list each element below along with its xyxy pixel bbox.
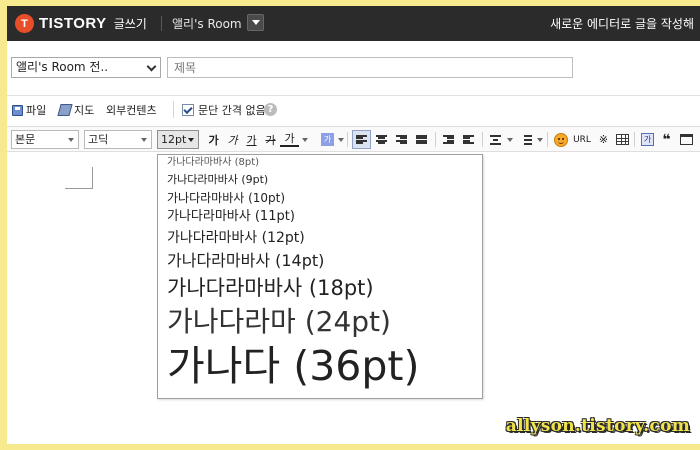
font-size-option-12[interactable]: 가나다라마바사 (12pt) (167, 231, 305, 245)
help-icon[interactable]: ? (264, 103, 277, 116)
chevron-down-icon[interactable] (537, 138, 543, 142)
attach-divider (173, 101, 174, 118)
toolbar-divider (547, 132, 548, 147)
font-size-option-14[interactable]: 가나다라마바사 (14pt) (167, 253, 324, 269)
format-toolbar: 본문 고딕 12pt 가 가 가 가 가 가 URL ※ 가 ❝ (7, 126, 700, 152)
text-box-button[interactable]: 가 (638, 130, 657, 149)
font-size-option-8[interactable]: 가나다라마바사 (8pt) (167, 158, 259, 168)
font-size-option-36[interactable]: 가나다 (36pt) (167, 346, 419, 387)
quote-button[interactable]: ❝ (657, 130, 676, 149)
chevron-down-icon[interactable] (302, 138, 308, 142)
toolbar-divider (482, 132, 483, 147)
attach-file-label: 파일 (26, 104, 47, 117)
tistory-logo[interactable]: T TISTORY 글쓰기 (15, 14, 147, 33)
bold-button[interactable]: 가 (204, 130, 223, 149)
chevron-down-icon (146, 61, 157, 72)
align-justify-icon (416, 134, 427, 145)
blog-switch-button[interactable] (247, 14, 264, 31)
outdent-button[interactable] (459, 130, 478, 149)
chevron-down-icon (188, 138, 194, 142)
attach-map-button[interactable]: 지도 (57, 102, 95, 118)
chevron-down-icon[interactable] (338, 138, 344, 142)
table-button[interactable] (613, 130, 632, 149)
align-center-button[interactable] (372, 130, 391, 149)
save-file-icon (12, 104, 23, 116)
line-height-button[interactable] (486, 130, 505, 149)
font-family-select[interactable]: 고딕 (84, 130, 152, 149)
logo-text: TISTORY (39, 15, 107, 32)
chevron-down-icon (68, 138, 74, 142)
editor-paragraph-marker (65, 167, 93, 189)
underline-button[interactable]: 가 (242, 130, 261, 149)
attach-bar: 파일 지도 외부컨텐츠 문단 간격 없음 ? (7, 95, 700, 123)
align-left-icon (356, 134, 367, 145)
table-icon (616, 134, 629, 145)
mode-label: 글쓰기 (113, 17, 147, 31)
new-editor-link[interactable]: 새로운 에디터로 글을 작성해 (550, 15, 694, 32)
font-size-dropdown: 가나다라마바사 (8pt) 가나다라마바사 (9pt) 가나다라마바사 (10p… (157, 154, 483, 399)
url-link-button[interactable]: URL (571, 130, 593, 149)
toolbar-divider (435, 132, 436, 147)
font-size-option-10[interactable]: 가나다라마바사 (10pt) (167, 192, 285, 204)
line-height-icon (490, 134, 501, 145)
paragraph-style-select[interactable]: 본문 (11, 130, 79, 149)
chevron-down-icon[interactable] (507, 138, 513, 142)
list-button[interactable] (517, 130, 536, 149)
align-left-button[interactable] (352, 130, 371, 149)
font-family-value: 고딕 (88, 133, 109, 146)
font-size-option-18[interactable]: 가나다라마바사 (18pt) (167, 278, 374, 299)
list-icon (521, 134, 532, 145)
smile-icon (553, 132, 568, 147)
attach-map-label: 지도 (74, 104, 95, 117)
outdent-icon (463, 134, 474, 145)
toolbar-divider (634, 132, 635, 147)
chevron-down-icon (251, 20, 260, 25)
paragraph-style-value: 본문 (15, 133, 36, 146)
font-size-value: 12pt (161, 133, 187, 146)
header-divider (161, 16, 162, 31)
font-size-option-9[interactable]: 가나다라마바사 (9pt) (167, 174, 268, 185)
indent-icon (443, 134, 454, 145)
align-justify-button[interactable] (412, 130, 431, 149)
external-content-button[interactable]: 외부컨텐츠 (106, 102, 157, 118)
font-size-select[interactable]: 12pt (157, 130, 199, 149)
attach-file-button[interactable]: 파일 (12, 102, 46, 118)
chevron-down-icon (141, 138, 147, 142)
font-size-option-24[interactable]: 가나다라마 (24pt) (167, 308, 391, 336)
toolbar-divider (347, 132, 348, 147)
align-right-icon (396, 134, 407, 145)
align-right-button[interactable] (392, 130, 411, 149)
font-size-option-11[interactable]: 가나다라마바사 (11pt) (167, 210, 295, 223)
blog-name: 앨리's Room (172, 17, 242, 31)
italic-button[interactable]: 가 (223, 130, 242, 149)
box-frame-icon (680, 134, 693, 145)
emoticon-button[interactable] (551, 130, 570, 149)
category-value: 앨리's Room 전.. (16, 60, 109, 74)
indent-button[interactable] (439, 130, 458, 149)
special-char-button[interactable]: ※ (594, 130, 613, 149)
text-box-icon: 가 (641, 133, 654, 146)
text-color-button[interactable]: 가 (280, 130, 299, 147)
title-input[interactable] (167, 57, 573, 78)
paragraph-spacing-label: 문단 간격 없음 (198, 104, 266, 117)
watermark: allyson.tistory.com (505, 416, 690, 436)
external-content-label: 외부컨텐츠 (106, 104, 157, 117)
top-header-bar: T TISTORY 글쓰기 앨리's Room 새로운 에디터로 글을 작성해 (7, 6, 700, 41)
editor-window: T TISTORY 글쓰기 앨리's Room 새로운 에디터로 글을 작성해 … (7, 6, 700, 444)
align-center-icon (376, 134, 387, 145)
strikethrough-button[interactable]: 가 (261, 130, 280, 149)
more-tools-button[interactable] (677, 130, 696, 149)
bg-color-button[interactable]: 가 (318, 130, 337, 149)
bg-color-icon: 가 (321, 133, 334, 146)
map-icon (57, 104, 73, 116)
category-select[interactable]: 앨리's Room 전.. (11, 57, 161, 78)
tistory-logo-icon: T (15, 14, 34, 33)
paragraph-spacing-checkbox[interactable] (182, 104, 194, 116)
